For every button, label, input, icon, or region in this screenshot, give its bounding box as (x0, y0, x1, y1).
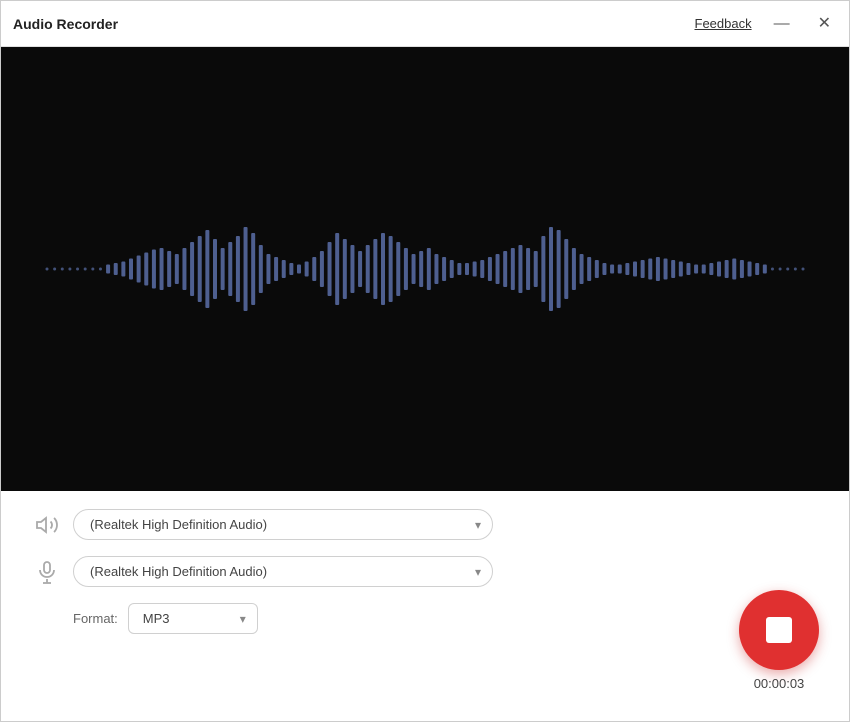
speaker-icon-wrapper (31, 513, 63, 537)
controls-area: (Realtek High Definition Audio) ▾ (Realt… (1, 491, 849, 721)
titlebar-actions: Feedback — ✕ (695, 14, 838, 34)
audio-in-select[interactable]: (Realtek High Definition Audio) (73, 556, 493, 587)
speaker-icon (35, 513, 59, 537)
audio-out-wrapper: (Realtek High Definition Audio) ▾ (73, 509, 493, 540)
format-select-wrapper: MP3 WAV FLAC OGG AAC ▾ (128, 603, 258, 634)
stop-icon (766, 617, 792, 643)
mic-icon-wrapper (31, 560, 63, 584)
speaker-row: (Realtek High Definition Audio) ▾ (31, 509, 819, 540)
app-window: Audio Recorder Feedback — ✕ (0, 0, 850, 722)
waveform-svg (45, 219, 805, 319)
titlebar: Audio Recorder Feedback — ✕ (1, 1, 849, 47)
format-select[interactable]: MP3 WAV FLAC OGG AAC (128, 603, 258, 634)
window-title: Audio Recorder (13, 16, 118, 32)
mic-icon (35, 560, 59, 584)
waveform-area (1, 47, 849, 491)
format-label: Format: (73, 611, 118, 626)
waveform-canvas (1, 47, 849, 491)
stop-button[interactable] (739, 590, 819, 670)
record-section: 00:00:03 (739, 590, 819, 691)
timer-display: 00:00:03 (754, 676, 805, 691)
audio-out-select[interactable]: (Realtek High Definition Audio) (73, 509, 493, 540)
microphone-row: (Realtek High Definition Audio) ▾ (31, 556, 819, 587)
format-row: Format: MP3 WAV FLAC OGG AAC ▾ (31, 603, 819, 634)
feedback-link[interactable]: Feedback (695, 16, 752, 31)
close-button[interactable]: ✕ (812, 14, 837, 34)
minimize-button[interactable]: — (768, 14, 796, 34)
audio-in-wrapper: (Realtek High Definition Audio) ▾ (73, 556, 493, 587)
